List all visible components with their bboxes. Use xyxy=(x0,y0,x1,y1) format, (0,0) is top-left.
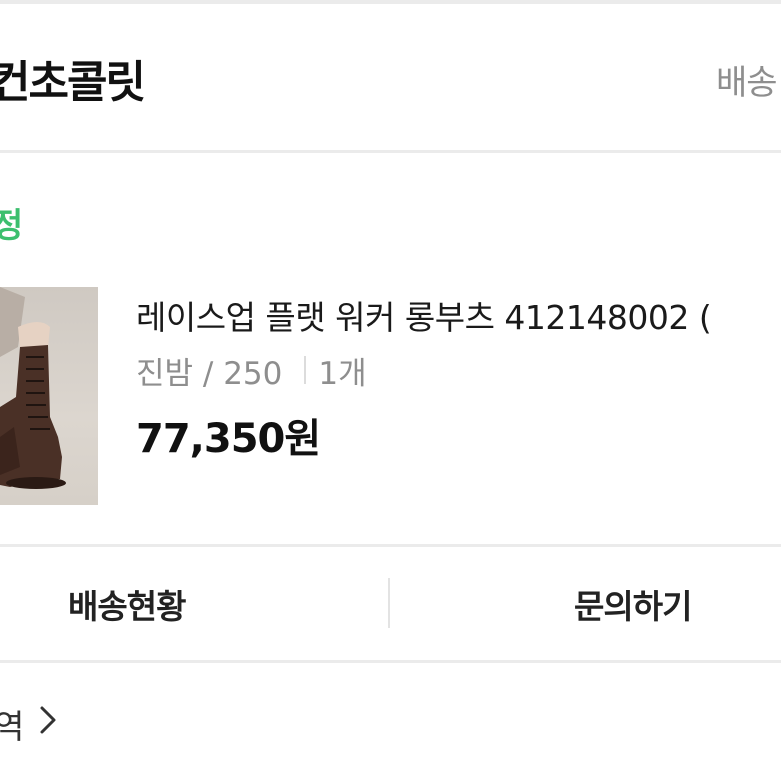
order-history-label: 역 xyxy=(0,707,25,746)
quantity-value: 1개 xyxy=(318,355,367,392)
product-thumbnail[interactable] xyxy=(0,287,98,505)
button-divider xyxy=(388,578,390,628)
chevron-right-icon xyxy=(38,704,58,744)
store-name[interactable]: 컨초콜릿 xyxy=(0,46,146,110)
option-value: 진밤 / 250 xyxy=(136,355,283,392)
inquiry-button[interactable]: 문의하기 xyxy=(574,580,692,628)
delivery-info-link[interactable]: 배송 xyxy=(716,55,778,104)
boots-image xyxy=(0,287,66,489)
actions-divider xyxy=(0,660,781,663)
option-divider xyxy=(304,356,307,384)
delivery-status-button[interactable]: 배송현황 xyxy=(68,580,186,628)
section-divider xyxy=(0,544,781,547)
top-divider xyxy=(0,0,781,4)
header-divider xyxy=(0,150,781,153)
order-history-link[interactable]: 역 xyxy=(0,700,58,748)
product-options: 진밤 / 250 1개 xyxy=(136,350,367,392)
product-name[interactable]: 레이스업 플랫 워커 롱부츠 412148002 ( xyxy=(136,291,712,339)
order-status-label: 정 xyxy=(0,206,24,246)
product-price: 77,350원 xyxy=(136,416,321,462)
